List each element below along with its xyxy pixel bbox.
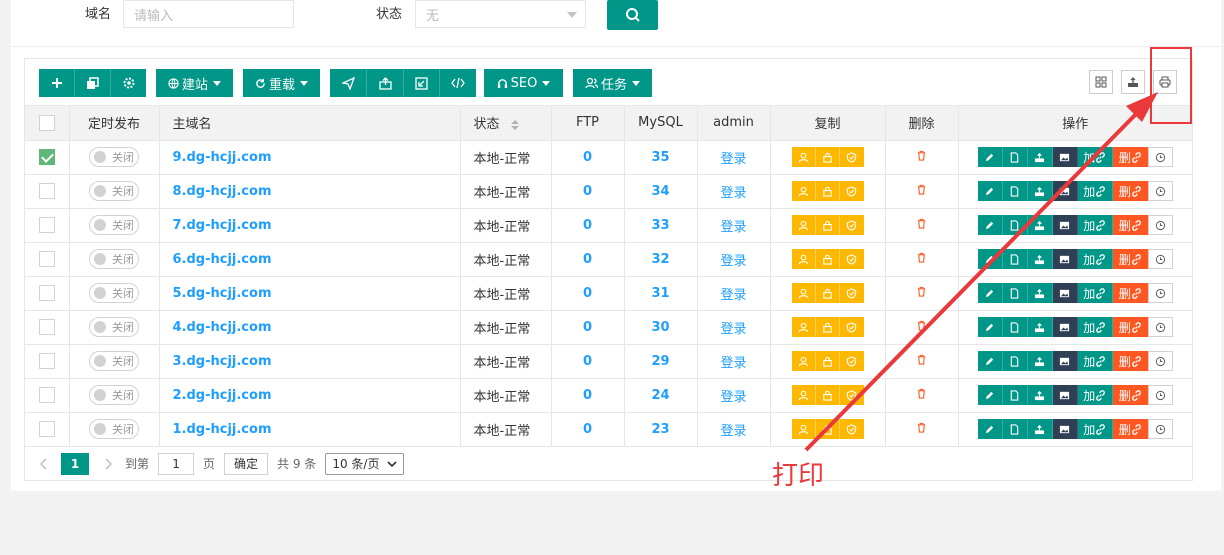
annotation-label: 打印 xyxy=(772,461,825,491)
annotation-arrow xyxy=(804,92,1158,452)
